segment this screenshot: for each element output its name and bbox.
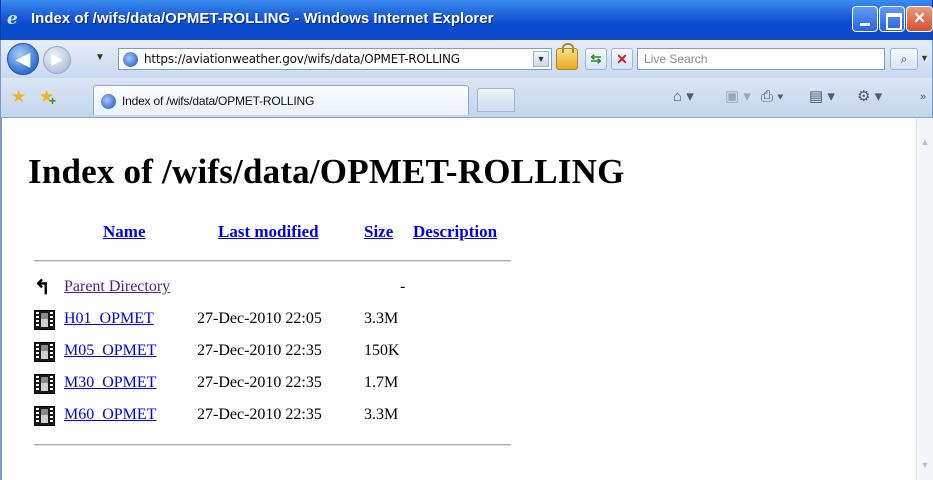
close-button[interactable]: ✕ — [906, 6, 933, 32]
tab-bar: ★ ★ Index of /wifs/data/OPMET-ROLLING ⌂ … — [0, 78, 933, 118]
list-item: M30_OPMET 27-Dec-2010 22:35 1.7M — [34, 372, 414, 396]
address-text[interactable]: https://aviationweather.gov/wifs/data/OP… — [144, 52, 460, 66]
scroll-down-icon[interactable]: ▼ — [917, 457, 933, 474]
list-item: H01_OPMET 27-Dec-2010 22:05 3.3M — [34, 308, 414, 332]
column-last-modified-link[interactable]: Last modified — [218, 222, 319, 242]
list-item: M60_OPMET 27-Dec-2010 22:35 3.3M — [34, 404, 414, 428]
chevron-more-icon[interactable]: » — [920, 87, 926, 107]
file-size: 1.7M — [364, 374, 399, 391]
file-modified: 27-Dec-2010 22:35 — [197, 342, 322, 359]
column-name-link[interactable]: Name — [103, 222, 145, 242]
security-lock-icon[interactable] — [556, 43, 578, 70]
back-arrow-icon: ↰ — [34, 277, 51, 299]
page-title: Index of /wifs/data/OPMET-ROLLING — [28, 152, 625, 191]
scroll-up-icon[interactable]: ▲ — [917, 134, 933, 151]
list-item-parent: ↰ Parent Directory - — [34, 276, 414, 300]
file-link[interactable]: H01_OPMET — [64, 310, 154, 328]
film-file-icon — [34, 406, 55, 426]
navigation-bar: ◀ ▶ ▼ https://aviationweather.gov/wifs/d… — [0, 40, 933, 78]
print-icon[interactable]: ⎙ ▾ — [761, 87, 783, 107]
file-link[interactable]: M30_OPMET — [64, 374, 156, 392]
forward-button[interactable]: ▶ — [43, 46, 71, 74]
back-button[interactable]: ◀ — [7, 43, 39, 75]
feeds-icon[interactable]: ▣ ▾ — [725, 87, 751, 107]
file-link[interactable]: M05_OPMET — [64, 342, 156, 360]
file-size: 3.3M — [364, 310, 399, 327]
site-favicon-icon — [123, 52, 138, 67]
tab-index[interactable]: Index of /wifs/data/OPMET-ROLLING — [93, 85, 469, 115]
file-modified: 27-Dec-2010 22:35 — [197, 406, 322, 423]
new-tab-button[interactable] — [477, 88, 515, 112]
search-input[interactable]: Live Search — [637, 48, 885, 70]
film-file-icon — [34, 374, 55, 394]
favorites-star-icon[interactable]: ★ — [11, 88, 26, 106]
divider — [34, 260, 511, 262]
column-size-link[interactable]: Size — [364, 222, 393, 242]
tab-label: Index of /wifs/data/OPMET-ROLLING — [122, 94, 315, 108]
file-size: 3.3M — [364, 406, 399, 423]
address-dropdown-button[interactable]: ▼ — [533, 51, 549, 67]
home-icon[interactable]: ⌂ ▾ — [673, 87, 694, 107]
list-item: M05_OPMET 27-Dec-2010 22:35 150K — [34, 340, 414, 364]
tab-favicon-icon — [101, 94, 116, 109]
tools-gear-icon[interactable]: ⚙ ▾ — [857, 87, 882, 107]
film-file-icon — [34, 342, 55, 362]
stop-button[interactable]: ✕ — [611, 48, 633, 70]
maximize-button[interactable] — [879, 6, 905, 32]
window-title: Index of /wifs/data/OPMET-ROLLING - Wind… — [31, 10, 494, 27]
page-content: Index of /wifs/data/OPMET-ROLLING Name L… — [0, 118, 933, 480]
recent-pages-dropdown[interactable]: ▼ — [95, 52, 105, 63]
column-description-link[interactable]: Description — [413, 222, 497, 242]
file-modified: 27-Dec-2010 22:05 — [197, 310, 322, 327]
file-link[interactable]: M60_OPMET — [64, 406, 156, 424]
search-placeholder: Live Search — [644, 52, 708, 66]
add-favorites-icon[interactable]: ★ — [39, 88, 56, 111]
ie-logo-icon: e — [7, 9, 18, 29]
search-icon[interactable]: ⌕ — [890, 48, 918, 70]
file-modified: 27-Dec-2010 22:35 — [197, 374, 322, 391]
page-menu-icon[interactable]: ▤ ▾ — [809, 87, 835, 107]
divider — [34, 444, 511, 446]
parent-size: - — [400, 278, 406, 295]
vertical-scrollbar[interactable]: ▲ ▼ — [916, 118, 933, 480]
film-file-icon — [34, 310, 55, 330]
file-size: 150K — [364, 342, 400, 359]
address-bar[interactable]: https://aviationweather.gov/wifs/data/OP… — [118, 48, 552, 70]
parent-directory-link[interactable]: Parent Directory — [64, 278, 170, 296]
search-options-dropdown[interactable]: ▼ — [920, 53, 929, 63]
minimize-button[interactable] — [852, 6, 878, 32]
refresh-button[interactable]: ⇆ — [585, 48, 607, 70]
window-titlebar[interactable]: e Index of /wifs/data/OPMET-ROLLING - Wi… — [0, 0, 933, 40]
